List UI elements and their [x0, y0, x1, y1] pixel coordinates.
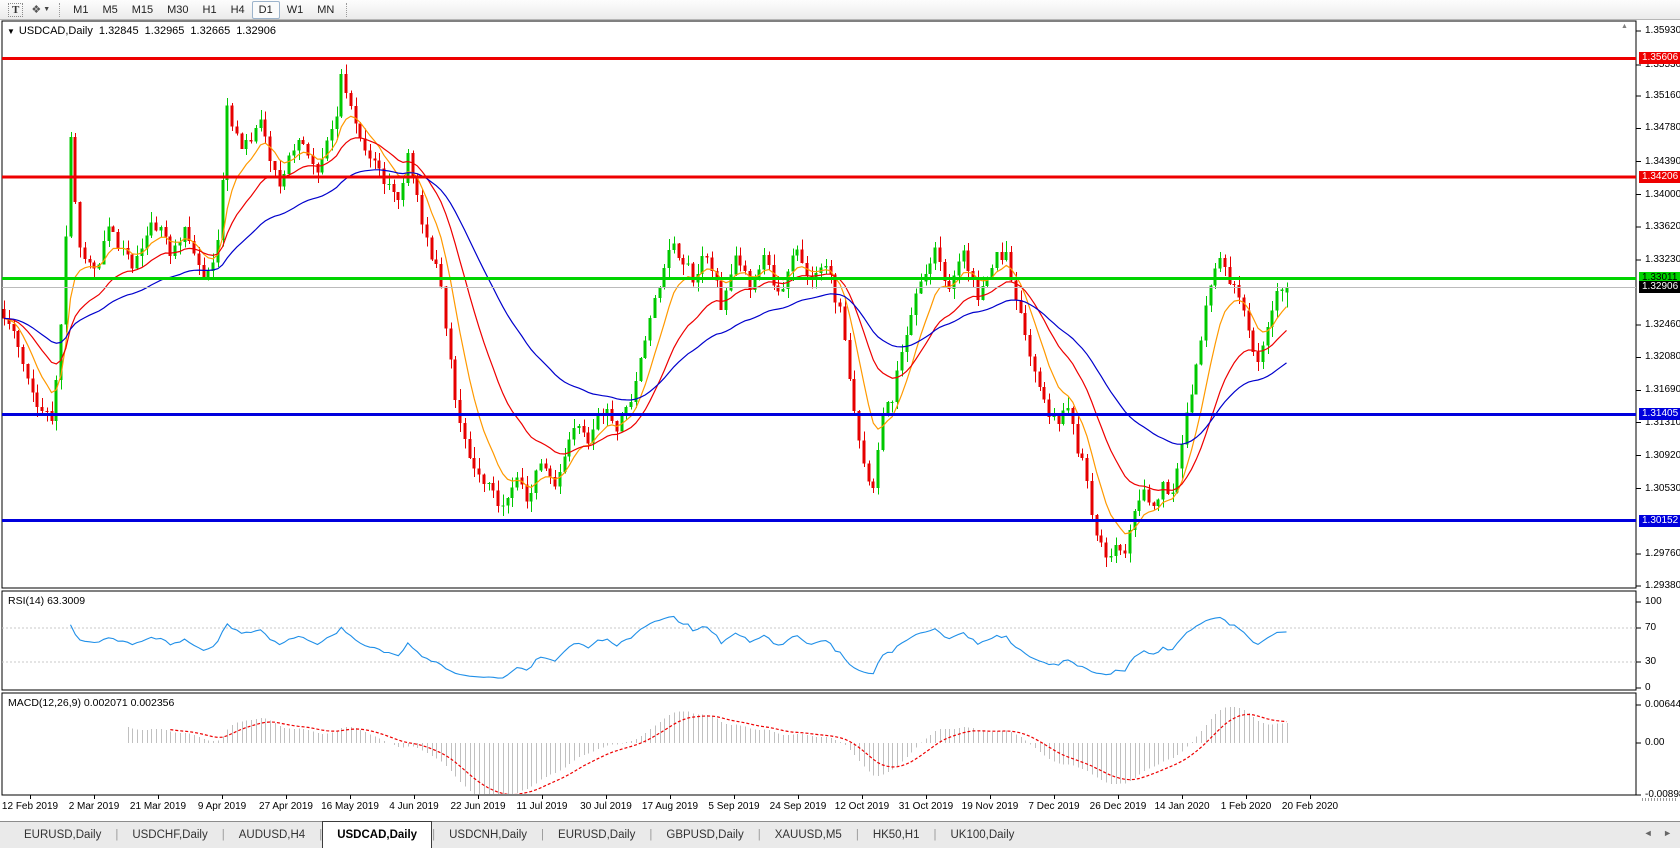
- date-axis[interactable]: [0, 796, 1636, 820]
- chart-tab-bar: EURUSD,Daily | USDCHF,Daily | AUDUSD,H4 | USDC…: [0, 821, 1680, 848]
- symbol-label: USDCAD,Daily: [18, 25, 93, 37]
- ohlc-high: 1.32965: [144, 25, 185, 37]
- tab-usdchf-daily[interactable]: USDCHF,Daily: [118, 822, 221, 848]
- tab-eurusd-daily[interactable]: EURUSD,Daily: [10, 822, 115, 848]
- axis-resize-grip[interactable]: [1642, 798, 1676, 801]
- rsi-line: [70, 615, 1287, 679]
- candles-layer: [2, 64, 1289, 567]
- ohlc-close: 1.32906: [236, 25, 276, 37]
- price-axis[interactable]: [1637, 21, 1680, 796]
- macd-indicator-label: MACD(12,26,9) 0.002071 0.002356: [8, 697, 175, 709]
- rsi-indicator-label: RSI(14) 63.3009: [8, 595, 86, 607]
- mid-ma-line: [3, 137, 1287, 492]
- tab-scroll-buttons: ◄ ►: [1636, 828, 1672, 838]
- tab-xauusd-m5[interactable]: XAUUSD,M5: [761, 822, 856, 848]
- macd-signal-line: [170, 713, 1287, 794]
- ohlc-low: 1.32665: [190, 25, 231, 37]
- macd-layer: [128, 706, 1288, 794]
- tab-uk100-daily[interactable]: UK100,Daily: [936, 822, 1028, 848]
- tab-audusd-h4[interactable]: AUDUSD,H4: [225, 822, 319, 848]
- tab-hk50-h1[interactable]: HK50,H1: [859, 822, 934, 848]
- symbol-dropdown-icon[interactable]: ▼: [7, 27, 15, 36]
- tab-usdcad-daily[interactable]: USDCAD,Daily: [322, 821, 433, 848]
- fast-ma-line: [3, 115, 1287, 535]
- rsi-layer: [70, 615, 1287, 679]
- tab-eurusd-daily[interactable]: EURUSD,Daily: [544, 822, 649, 848]
- tab-scroll-right-button[interactable]: ►: [1663, 828, 1672, 838]
- moving-averages-layer: [3, 115, 1287, 535]
- ohlc-open: 1.32845: [98, 25, 139, 37]
- chart-canvas[interactable]: [0, 0, 1680, 848]
- slow-ma-line: [3, 169, 1287, 445]
- tab-gbpusd-daily[interactable]: GBPUSD,Daily: [652, 822, 757, 848]
- tab-scroll-left-button[interactable]: ◄: [1644, 828, 1653, 838]
- mt4-window: T ❖ ▼ M1 M5 M15 M30 H1 H4 D1 W1 MN ▼ USDCAD,Daily…: [0, 0, 1680, 848]
- tab-usdcnh-daily[interactable]: USDCNH,Daily: [435, 822, 541, 848]
- chart-title: ▼ USDCAD,Daily 1.32845 1.32965 1.32665 1.3290…: [7, 25, 276, 37]
- chart-scroll-marker-icon: ▲: [1621, 23, 1628, 30]
